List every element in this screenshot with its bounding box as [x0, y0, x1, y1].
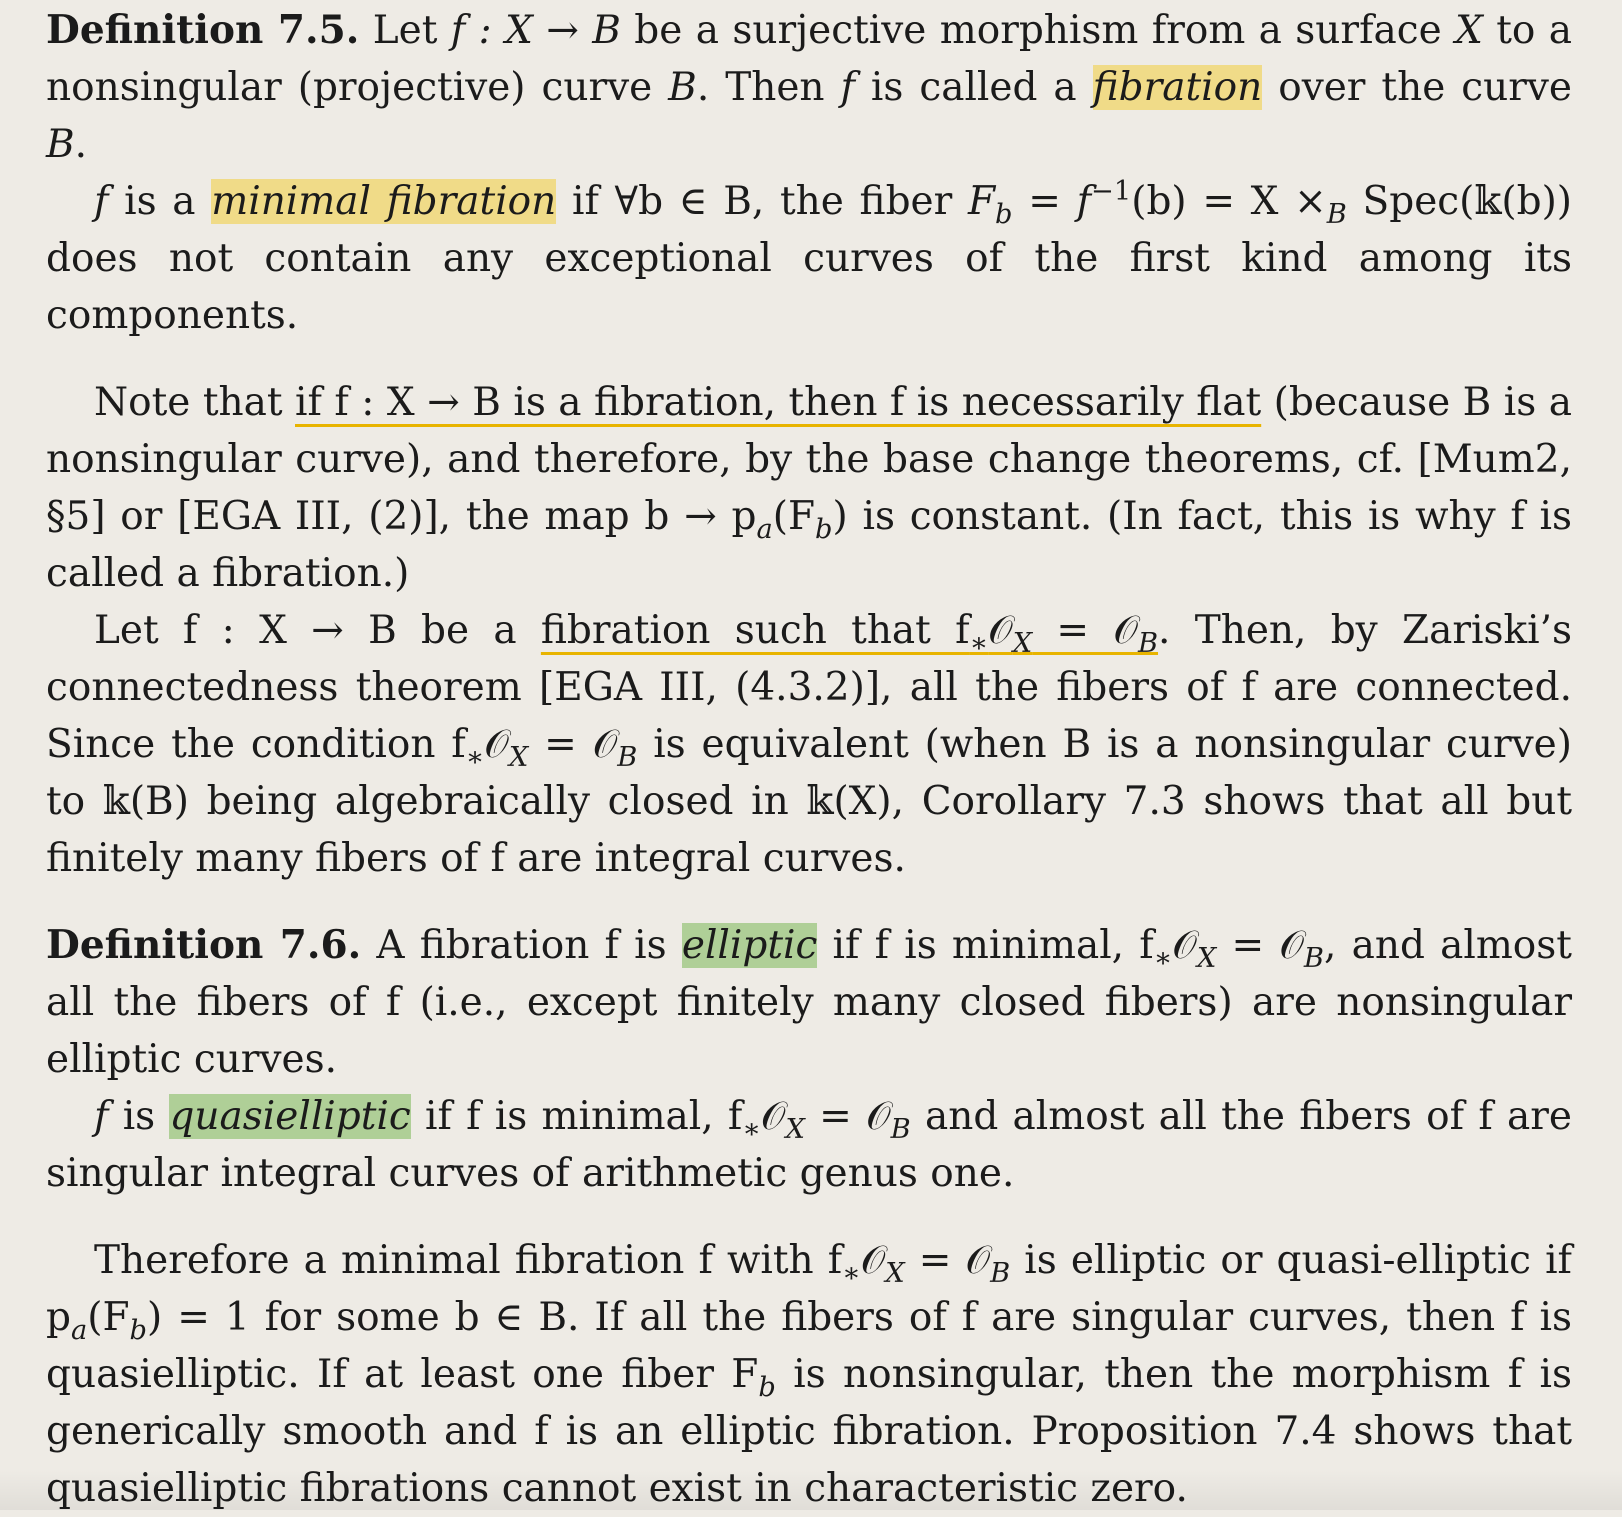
- document-page: Definition 7.5. Let f : X → B be a surje…: [0, 0, 1622, 1511]
- underline-flat[interactable]: if f : X → B is a fibration, then f is n…: [295, 380, 1261, 425]
- underline-fibration-such-that[interactable]: fibration such that f∗𝒪X = 𝒪B: [541, 608, 1158, 657]
- definition-7-5: Definition 7.5. Let f : X → B be a surje…: [46, 7, 1572, 167]
- highlight-elliptic[interactable]: elliptic: [681, 923, 818, 968]
- note-flatness: Note that if f : X → B is a fibration, t…: [46, 380, 1572, 596]
- definition-heading: Definition 7.6.: [46, 922, 362, 968]
- highlight-minimal-fibration[interactable]: minimal fibration: [211, 179, 557, 224]
- page-edge-shadow: [0, 1470, 1622, 1510]
- definition-7-6-quasielliptic: f is quasielliptic if f is minimal, f∗𝒪X…: [46, 1094, 1572, 1196]
- highlight-fibration[interactable]: fibration: [1092, 65, 1263, 110]
- highlight-quasielliptic[interactable]: quasielliptic: [169, 1094, 411, 1139]
- definition-7-6: Definition 7.6. A fibration f is ellipti…: [46, 922, 1572, 1082]
- definition-heading: Definition 7.5.: [46, 7, 360, 53]
- note-connectedness: Let f : X → B be a fibration such that f…: [46, 608, 1572, 881]
- definition-7-5-minimal: f is a minimal fibration if ∀b ∈ B, the …: [46, 176, 1573, 338]
